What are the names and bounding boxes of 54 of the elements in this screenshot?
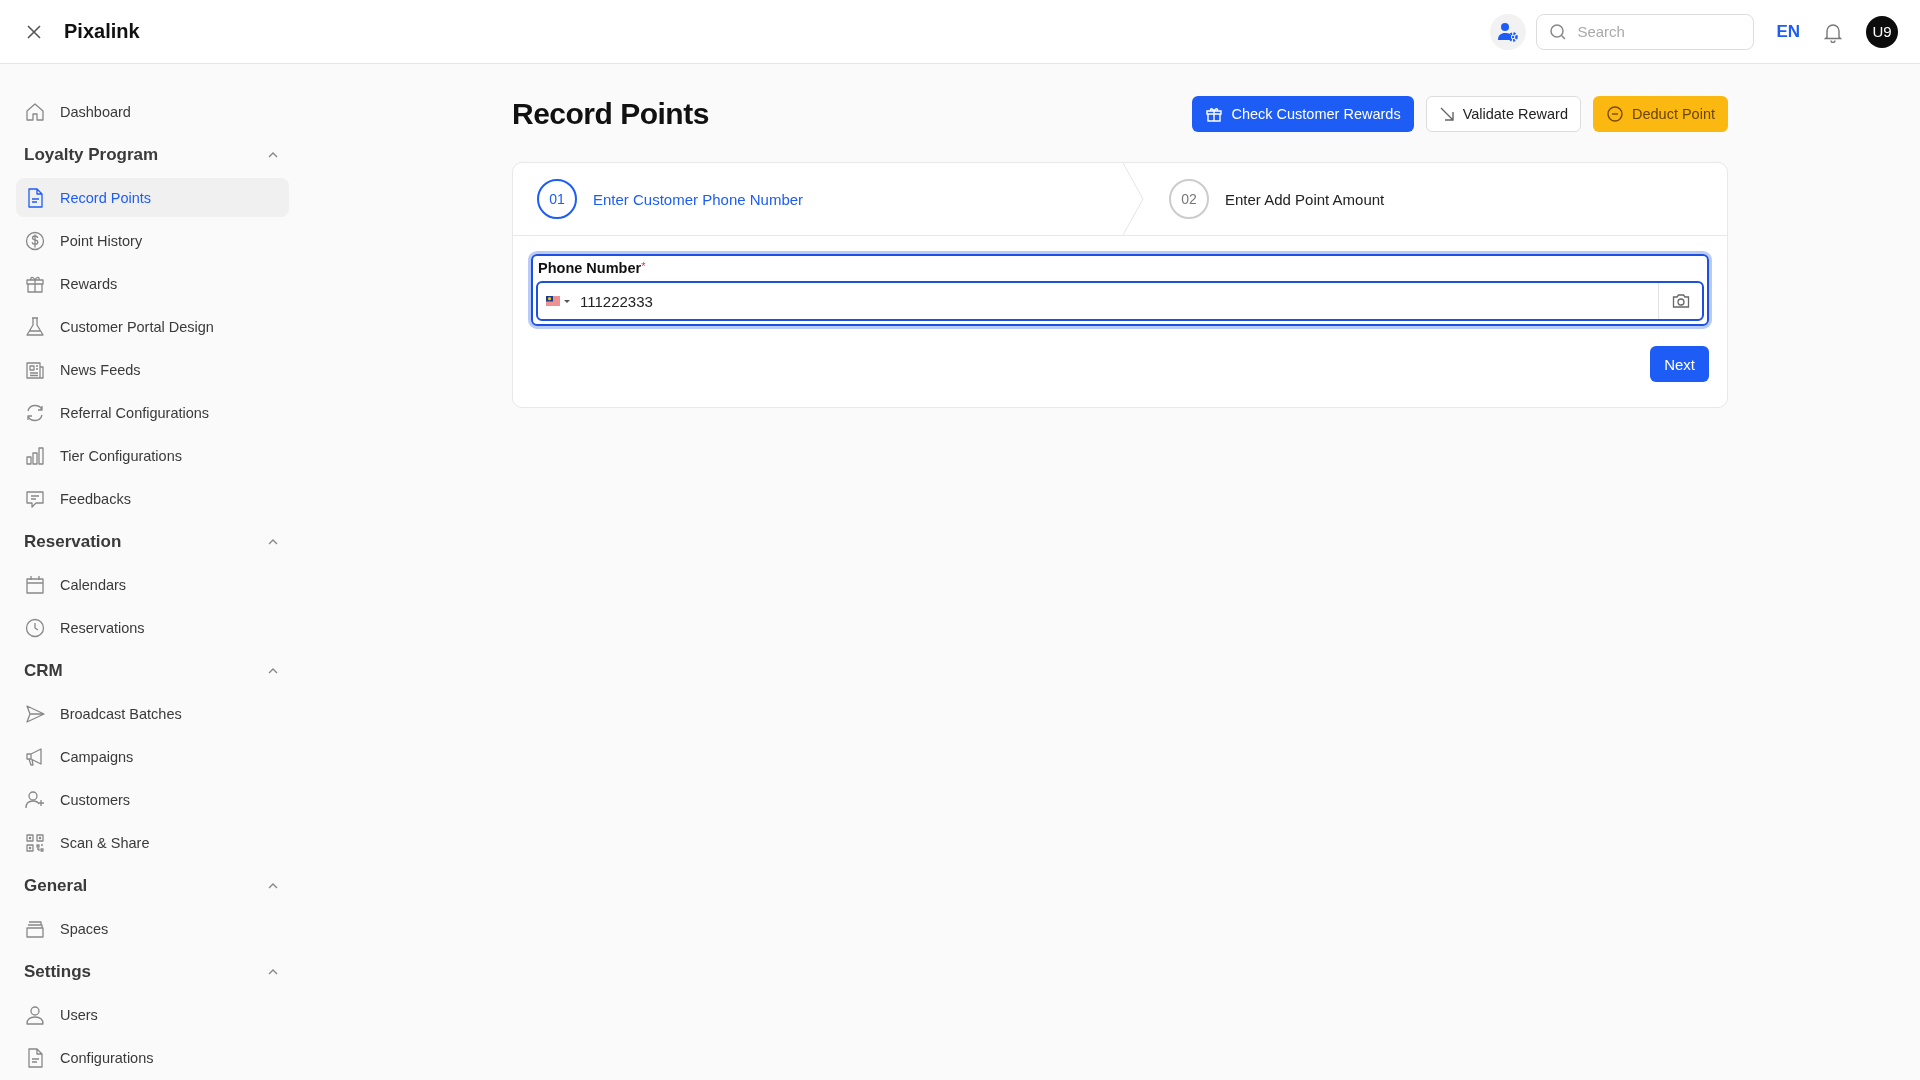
- close-icon[interactable]: [26, 23, 42, 40]
- minus-circle-icon: [1605, 105, 1624, 123]
- sidebar-item[interactable]: Reservations: [16, 608, 289, 647]
- field-label: Phone Number: [537, 260, 642, 276]
- arrow-down-right-icon: [1438, 106, 1455, 122]
- sidebar-item[interactable]: Point History: [16, 221, 289, 260]
- clock-icon: [24, 616, 46, 639]
- sidebar-item[interactable]: Tier Configurations: [16, 436, 289, 475]
- sidebar-item[interactable]: News Feeds: [16, 350, 289, 389]
- search-box[interactable]: Search: [1536, 13, 1755, 50]
- flask-icon: [24, 315, 46, 338]
- sidebar-section-header[interactable]: Settings: [16, 952, 289, 991]
- gift-icon: [1205, 105, 1224, 123]
- sidebar-section-header[interactable]: Reservation: [16, 522, 289, 561]
- required-asterisk: *: [641, 260, 646, 272]
- sidebar-item[interactable]: Users: [16, 995, 289, 1034]
- sidebar-item[interactable]: Referral Configurations: [16, 393, 289, 432]
- user-avatar[interactable]: U9: [1866, 15, 1898, 48]
- sidebar-item[interactable]: Rewards: [16, 264, 289, 303]
- user-settings-button[interactable]: [1490, 13, 1527, 50]
- sidebar-item[interactable]: Calendars: [16, 565, 289, 604]
- step-tab[interactable]: 02 Enter Add Point Amount: [1145, 163, 1385, 235]
- dollar-icon: [24, 229, 46, 252]
- sidebar-section-header[interactable]: General: [16, 866, 289, 905]
- search-field[interactable]: Search: [1575, 15, 1730, 48]
- step-tab[interactable]: 01 Enter Customer Phone Number: [513, 163, 1145, 235]
- language-switch[interactable]: EN: [1776, 21, 1800, 42]
- brand-name: Pixalink: [64, 20, 140, 43]
- sidebar-item[interactable]: Scan & Share: [16, 823, 289, 862]
- camera-icon: [1671, 293, 1690, 309]
- user-gear-icon: [1497, 20, 1520, 43]
- sidebar-item[interactable]: Campaigns: [16, 737, 289, 776]
- sidebar-section-header[interactable]: Loyalty Program: [16, 135, 289, 174]
- next-button[interactable]: Next: [1650, 346, 1709, 382]
- sidebar-section-header[interactable]: CRM: [16, 651, 289, 690]
- sidebar-item[interactable]: Spaces: [16, 909, 289, 948]
- sidebar-item[interactable]: Configurations: [16, 1038, 289, 1077]
- sidebar-item[interactable]: Customers: [16, 780, 289, 819]
- sidebar-item[interactable]: Dashboard: [16, 92, 289, 131]
- validate-reward-button[interactable]: Validate Reward: [1425, 96, 1581, 132]
- qr-code-icon: [24, 831, 46, 854]
- sidebar-item[interactable]: Record Points: [16, 178, 289, 217]
- sidebar-item[interactable]: Broadcast Batches: [16, 694, 289, 733]
- check-rewards-button[interactable]: Check Customer Rewards: [1192, 96, 1414, 132]
- user-add-icon: [24, 788, 46, 811]
- calendar-icon: [24, 573, 46, 596]
- sidebar-item[interactable]: Feedbacks: [16, 479, 289, 518]
- search-icon: [1549, 22, 1568, 41]
- user-icon: [24, 1003, 46, 1026]
- bar-chart-icon: [24, 444, 46, 467]
- phone-number-field[interactable]: 111222333: [536, 281, 1704, 321]
- deduct-point-button[interactable]: Deduct Point: [1592, 96, 1728, 132]
- sidebar-item[interactable]: Customer Portal Design: [16, 307, 289, 346]
- page-title: Record Points: [512, 97, 709, 131]
